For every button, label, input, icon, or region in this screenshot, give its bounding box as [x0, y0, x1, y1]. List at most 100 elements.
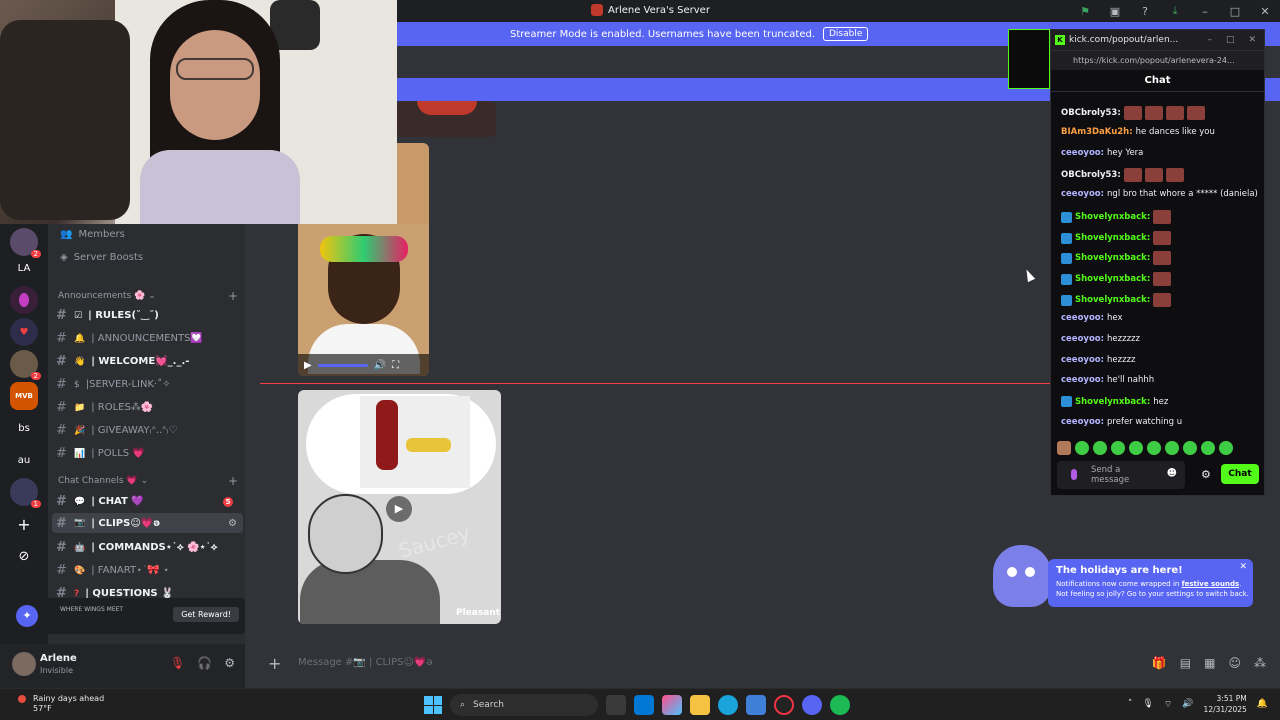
get-reward-button[interactable]: Get Reward!	[173, 607, 239, 622]
download-icon[interactable]: ⤓	[1160, 4, 1190, 18]
store-icon[interactable]	[634, 695, 654, 715]
chat-username[interactable]: Shovelynxback:	[1075, 212, 1150, 222]
channel-welcome[interactable]: # 👋 | WELCOME💓_._.-	[56, 354, 241, 369]
emote-icon[interactable]	[1129, 441, 1143, 455]
chat-username[interactable]: ceeoyoo:	[1061, 148, 1104, 158]
channel-announcements[interactable]: # 🔔 | ANNOUNCEMENTS💟	[56, 331, 241, 346]
chevron-up-icon[interactable]: ˄	[1128, 699, 1133, 709]
channel-chat[interactable]: # 💬 | CHAT 💜 5	[56, 494, 241, 509]
chat-username[interactable]: ceeoyoo:	[1061, 417, 1104, 427]
taskbar-search[interactable]: ⌕ Search	[450, 694, 598, 716]
discover-icon[interactable]: ⊘	[10, 542, 38, 570]
video-attachment[interactable]: ▶ 🔊 ⛶	[298, 224, 429, 376]
notification-bell-icon[interactable]: 🔔	[1257, 699, 1268, 709]
video-progress[interactable]	[317, 363, 368, 367]
discord-icon[interactable]	[802, 695, 822, 715]
help-icon[interactable]: ?	[1130, 5, 1160, 18]
user-settings-icon[interactable]: ⚙	[224, 656, 235, 670]
chat-username[interactable]: ceeoyoo:	[1061, 375, 1104, 385]
gift-icon[interactable]: 🎁	[1152, 656, 1167, 670]
file-explorer-icon[interactable]	[690, 695, 710, 715]
settings-gear-icon[interactable]: ⚙	[228, 518, 237, 529]
kick-stream-thumbnail[interactable]	[1008, 29, 1050, 89]
add-channel-icon[interactable]: +	[228, 289, 238, 303]
fullscreen-icon[interactable]: ⛶	[392, 360, 399, 371]
channel-polls[interactable]: # 📊 | POLLS 💗	[56, 446, 241, 461]
task-view-icon[interactable]	[606, 695, 626, 715]
close-icon[interactable]: ✕	[1239, 562, 1247, 572]
minimize-icon[interactable]: –	[1190, 5, 1220, 18]
guild-4[interactable]: ♥	[10, 318, 38, 346]
close-icon[interactable]: ✕	[1248, 35, 1256, 45]
chat-username[interactable]: Shovelynxback:	[1075, 253, 1150, 263]
obs-icon[interactable]	[774, 695, 794, 715]
mic-muted-icon[interactable]: 🎙	[170, 656, 185, 670]
chat-username[interactable]: ceeoyoo:	[1061, 313, 1104, 323]
add-channel-icon[interactable]: +	[228, 474, 238, 488]
play-icon[interactable]: ▶	[304, 360, 312, 371]
emote-icon[interactable]	[1147, 441, 1161, 455]
weather-widget[interactable]: Rainy days ahead 57°F	[18, 694, 104, 714]
emoji-icon[interactable]: ☺	[1228, 656, 1241, 670]
edge-icon[interactable]	[718, 695, 738, 715]
popout-url-bar[interactable]: https://kick.com/popout/arlenevera-24...	[1051, 50, 1264, 70]
guild-9[interactable]: 1	[10, 478, 41, 508]
message-composer[interactable]: + Message #📷 | CLIPS☺💗ə 🎁 ▤ ▦ ☺ ⁂	[260, 650, 1280, 676]
emote-icon[interactable]	[1075, 441, 1089, 455]
apps-icon[interactable]: ⁂	[1254, 656, 1266, 670]
chat-username[interactable]: ceeoyoo:	[1061, 334, 1104, 344]
copilot-icon[interactable]	[662, 695, 682, 715]
message-input[interactable]: Message #📷 | CLIPS☺💗ə	[298, 657, 432, 668]
channel-fanart[interactable]: # 🎨 | FANART⋆˙🎀 ⋆	[56, 563, 241, 578]
guild-mvb[interactable]: MVB	[10, 382, 38, 410]
festive-sounds-link[interactable]: festive sounds	[1182, 580, 1240, 588]
chat-send-button[interactable]: Chat	[1221, 464, 1259, 484]
attachment-strip[interactable]	[397, 143, 429, 225]
volume-icon[interactable]: 🔊	[374, 360, 386, 371]
wifi-icon[interactable]: ⌔	[1164, 699, 1172, 710]
close-icon[interactable]: ✕	[1250, 5, 1280, 18]
chat-username[interactable]: Shovelynxback:	[1075, 274, 1150, 284]
chat-username[interactable]: ceeoyoo:	[1061, 189, 1104, 199]
emote-icon[interactable]	[1183, 441, 1197, 455]
channel-server-link[interactable]: # $ |SERVER-LINK·˚✧	[56, 377, 241, 392]
sidebar-item-boosts[interactable]: ◈ Server Boosts	[60, 252, 245, 263]
channel-giveaway[interactable]: # 🎉 | GIVEAWAY₍ᐢ..ᐢ₎♡	[56, 423, 241, 438]
chat-username[interactable]: Shovelynxback:	[1075, 397, 1150, 407]
spotify-icon[interactable]	[830, 695, 850, 715]
play-icon[interactable]: ▶	[386, 496, 412, 522]
maximize-icon[interactable]: □	[1220, 5, 1250, 18]
send-message-input[interactable]: Send a message ☻	[1057, 461, 1185, 489]
channel-clips[interactable]: # 📷 | CLIPS☺💗ə ⚙	[52, 513, 243, 533]
category-chat[interactable]: Chat Channels 💗 ⌄ +	[58, 474, 238, 488]
attach-plus-icon[interactable]: +	[268, 654, 281, 673]
disable-streamer-button[interactable]: Disable	[823, 27, 869, 41]
guild-1[interactable]: 2	[10, 228, 41, 258]
emoji-icon[interactable]: ☻	[1167, 468, 1177, 479]
sticker-icon[interactable]: ▦	[1204, 656, 1215, 670]
chat-username[interactable]: OBCbroly53:	[1061, 108, 1121, 118]
category-announcements[interactable]: Announcements 🌸 ⌄ +	[58, 289, 238, 303]
guild-au[interactable]: au	[10, 446, 38, 474]
boost-icon[interactable]: ⚑	[1070, 5, 1100, 18]
guild-3[interactable]	[10, 286, 38, 314]
chat-username[interactable]: Shovelynxback:	[1075, 295, 1150, 305]
inbox-icon[interactable]: ▣	[1100, 5, 1130, 18]
emote-icon[interactable]	[1093, 441, 1107, 455]
guild-la[interactable]: LA	[10, 254, 38, 282]
gif-icon[interactable]: ▤	[1180, 656, 1191, 670]
headphones-icon[interactable]: 🎧	[197, 656, 212, 670]
meme-video-attachment[interactable]: ▶ Saucey Pleasant	[298, 390, 501, 624]
outlook-icon[interactable]	[746, 695, 766, 715]
guild-5[interactable]: 2	[10, 350, 41, 380]
chat-username[interactable]: BIAm3DaKu2h:	[1061, 127, 1133, 137]
minimize-icon[interactable]: –	[1207, 35, 1212, 45]
emote-icon[interactable]	[1201, 441, 1215, 455]
emote-icon[interactable]	[1111, 441, 1125, 455]
mic-icon[interactable]	[1071, 469, 1077, 480]
chat-username[interactable]: ceeoyoo:	[1061, 355, 1104, 365]
chat-settings-icon[interactable]: ⚙	[1201, 468, 1211, 481]
mic-icon[interactable]: 🎙	[1142, 699, 1153, 709]
volume-icon[interactable]: 🔊	[1182, 699, 1193, 709]
channel-commands[interactable]: # 🤖 | COMMANDS⋆˙⟡ 🌸⋆˙⟡	[56, 540, 241, 555]
